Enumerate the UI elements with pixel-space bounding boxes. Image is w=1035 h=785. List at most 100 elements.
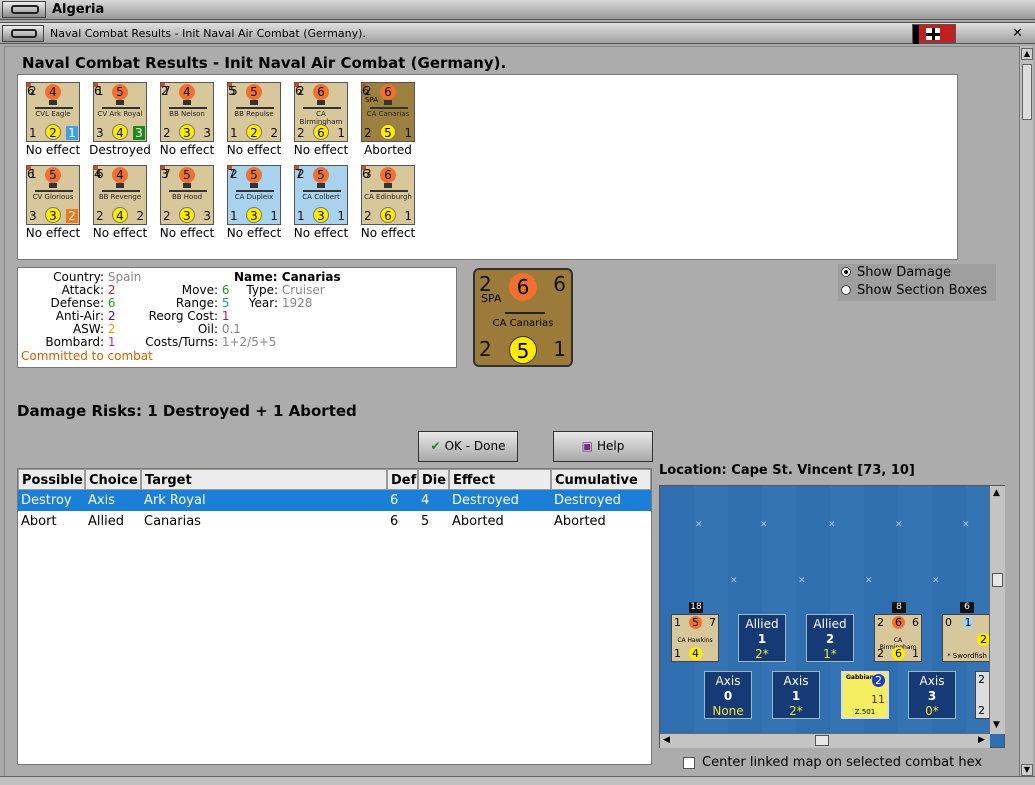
box-value: 0* (925, 704, 939, 718)
axis-section-box[interactable]: Axis 3 0* (908, 671, 956, 719)
scroll-up-icon[interactable]: ▲ (993, 488, 1000, 498)
cell-def: 6 (390, 514, 399, 529)
unit-counter[interactable]: 1 5 6 3 4 CV Ark Royal 3 (93, 82, 147, 142)
dialog-scrollbar[interactable]: ▲ ▼ (1019, 46, 1033, 781)
counter-name: CA Canarias (492, 318, 554, 329)
show-section-boxes-label[interactable]: Show Section Boxes (857, 283, 987, 298)
counter-defense-circle: 5 (509, 336, 537, 364)
map-hscroll-thumb[interactable] (815, 735, 829, 746)
help-button[interactable]: ▣ Help (553, 431, 653, 462)
counter-result: No effect (25, 226, 81, 240)
unit-counter[interactable]: 2 4 6 1 2 CVL Eagle 1 (26, 82, 80, 142)
asw-label: ASW: (72, 322, 104, 336)
dialog-title-bar: Naval Combat Results - Init Naval Air Co… (0, 22, 1035, 44)
unit-counter[interactable]: 1 5 6 3 3 CV Glorious 2 (26, 165, 80, 225)
unit-name: * Swordfish (947, 652, 987, 660)
combat-hex-map[interactable]: ✕ ✕ ✕ ✕ ✕ ✕ ✕ ✕ ✕ 18 157 CA Hawkins 14 Allied 1… (659, 485, 1005, 748)
scroll-down-icon[interactable]: ▼ (1021, 764, 1033, 776)
axis-section-box[interactable]: Axis 1 2* (772, 671, 820, 719)
app-title-bar: Algeria (0, 0, 1035, 20)
scroll-up-icon[interactable]: ▲ (1021, 48, 1033, 60)
center-linked-label[interactable]: Center linked map on selected combat hex (702, 755, 982, 770)
menu-icon (11, 5, 39, 14)
app-title: Algeria (52, 2, 105, 17)
col-choice[interactable]: Choice (85, 469, 141, 490)
allied-section-box[interactable]: Allied 1 2* (738, 614, 786, 662)
counter-name: CA Colbert (302, 193, 340, 201)
box-value: None (712, 704, 744, 718)
col-cumulative[interactable]: Cumulative (551, 469, 651, 490)
unit-counter[interactable]: 6 4 4 2 4 BB Revenge 2 (93, 165, 147, 225)
show-damage-label[interactable]: Show Damage (857, 265, 951, 280)
ok-done-button[interactable]: ✔ OK - Done (418, 431, 518, 462)
col-possible[interactable]: Possible (18, 469, 85, 490)
map-unit-gabbiano[interactable]: Gabbiano 2 11 Z.501 (841, 671, 889, 719)
move-value: 6 (221, 283, 230, 297)
col-effect[interactable]: Effect (449, 469, 551, 490)
counter-br: 2 (270, 126, 278, 140)
map-unit-birmingham[interactable]: 266 CA Birmingham 261 (874, 614, 922, 662)
center-linked-checkbox[interactable] (683, 757, 695, 769)
name-value: Canarias (281, 270, 341, 284)
selected-unit-counter: 2 6 6 SPA CA Canarias 2 5 1 (473, 268, 573, 367)
cell-choice: Axis (88, 493, 115, 508)
attack-label: Attack: (61, 283, 104, 297)
axis-section-box[interactable]: Axis 0 None (704, 671, 752, 719)
unit-counter[interactable]: 7 5 3 2 3 BB Hood 3 (160, 165, 214, 225)
unit-name: CA Hawkins (677, 637, 713, 644)
unit-counter[interactable]: 2 6 6 2 6 CA Birmingham 1 (294, 82, 348, 142)
ship-icon (35, 183, 73, 192)
unit-counter[interactable]: 7 4 2 2 3 BB Nelson 3 (160, 82, 214, 142)
counter-br: 3 (203, 126, 211, 140)
dialog-menu-button[interactable] (2, 25, 44, 42)
counter-name: CV Ark Royal (97, 110, 143, 118)
box-count: 1 (757, 632, 767, 646)
unit-counter[interactable]: 5 5 5 1 2 BB Repulse 2 (227, 82, 281, 142)
col-die[interactable]: Die (418, 469, 449, 490)
counter-br: 1 (337, 126, 345, 140)
table-row[interactable]: Destroy Axis Ark Royal 6 4 Destroyed Des… (18, 490, 651, 511)
counter-bl: 1 (297, 209, 305, 223)
costs-value: 1+2/5+5 (221, 335, 277, 349)
show-section-boxes-radio[interactable] (841, 285, 851, 295)
cell-possible: Destroy (21, 493, 72, 508)
map-horizontal-scrollbar[interactable]: ◀ ▶ (660, 733, 990, 748)
system-menu-button[interactable] (2, 1, 46, 18)
counter-result: No effect (92, 226, 148, 240)
box-label: Axis (919, 674, 945, 688)
ok-done-label: OK - Done (444, 439, 506, 453)
col-target[interactable]: Target (141, 469, 387, 490)
cell-possible: Abort (21, 514, 57, 529)
unit-counter[interactable]: 3 6 6 2 6 CA Edinburgh 1 (361, 165, 415, 225)
scroll-thumb[interactable] (1022, 64, 1032, 120)
defense-value: 6 (107, 296, 116, 310)
map-unit-swordfish[interactable]: 01 2 * Swordfish (942, 614, 992, 662)
counter-bc: 6 (380, 207, 396, 223)
scroll-right-icon[interactable]: ▶ (978, 735, 985, 745)
show-damage-radio[interactable] (841, 267, 851, 277)
counter-attack-circle: 6 (509, 273, 537, 301)
map-unit-hawkins[interactable]: 157 CA Hawkins 14 (671, 614, 719, 662)
unit-counter[interactable]: 2 5 7 1 3 CA Dupleix 1 (227, 165, 281, 225)
counter-bl: 3 (96, 126, 104, 140)
scroll-down-icon[interactable]: ▼ (993, 720, 1000, 730)
col-def[interactable]: Def (387, 469, 418, 490)
allied-section-box[interactable]: Allied 2 1* (806, 614, 854, 662)
cell-cumulative: Destroyed (554, 493, 621, 508)
box-count: 1 (791, 689, 801, 703)
unit-counter[interactable]: 2 6 6 2 5 SPA CA Canarias 1 (361, 82, 415, 142)
close-icon[interactable]: ✕ (1012, 26, 1023, 41)
counter-name: CA Dupleix (234, 193, 274, 201)
counter-name: BB Revenge (98, 193, 142, 201)
unit-counter[interactable]: 2 5 7 1 3 CA Colbert 1 (294, 165, 348, 225)
checkmark-icon: ✔ (430, 439, 441, 453)
counter-result: No effect (159, 226, 215, 240)
table-row[interactable]: Abort Allied Canarias 6 5 Aborted Aborte… (18, 511, 651, 532)
counter-bl: 2 (364, 209, 372, 223)
scroll-left-icon[interactable]: ◀ (663, 735, 670, 745)
move-label: Move: (181, 283, 218, 297)
country-label: Country: (53, 270, 104, 284)
map-scroll-thumb[interactable] (992, 573, 1003, 587)
map-vertical-scrollbar[interactable]: ▲ ▼ (989, 486, 1005, 734)
ship-icon (35, 100, 73, 109)
